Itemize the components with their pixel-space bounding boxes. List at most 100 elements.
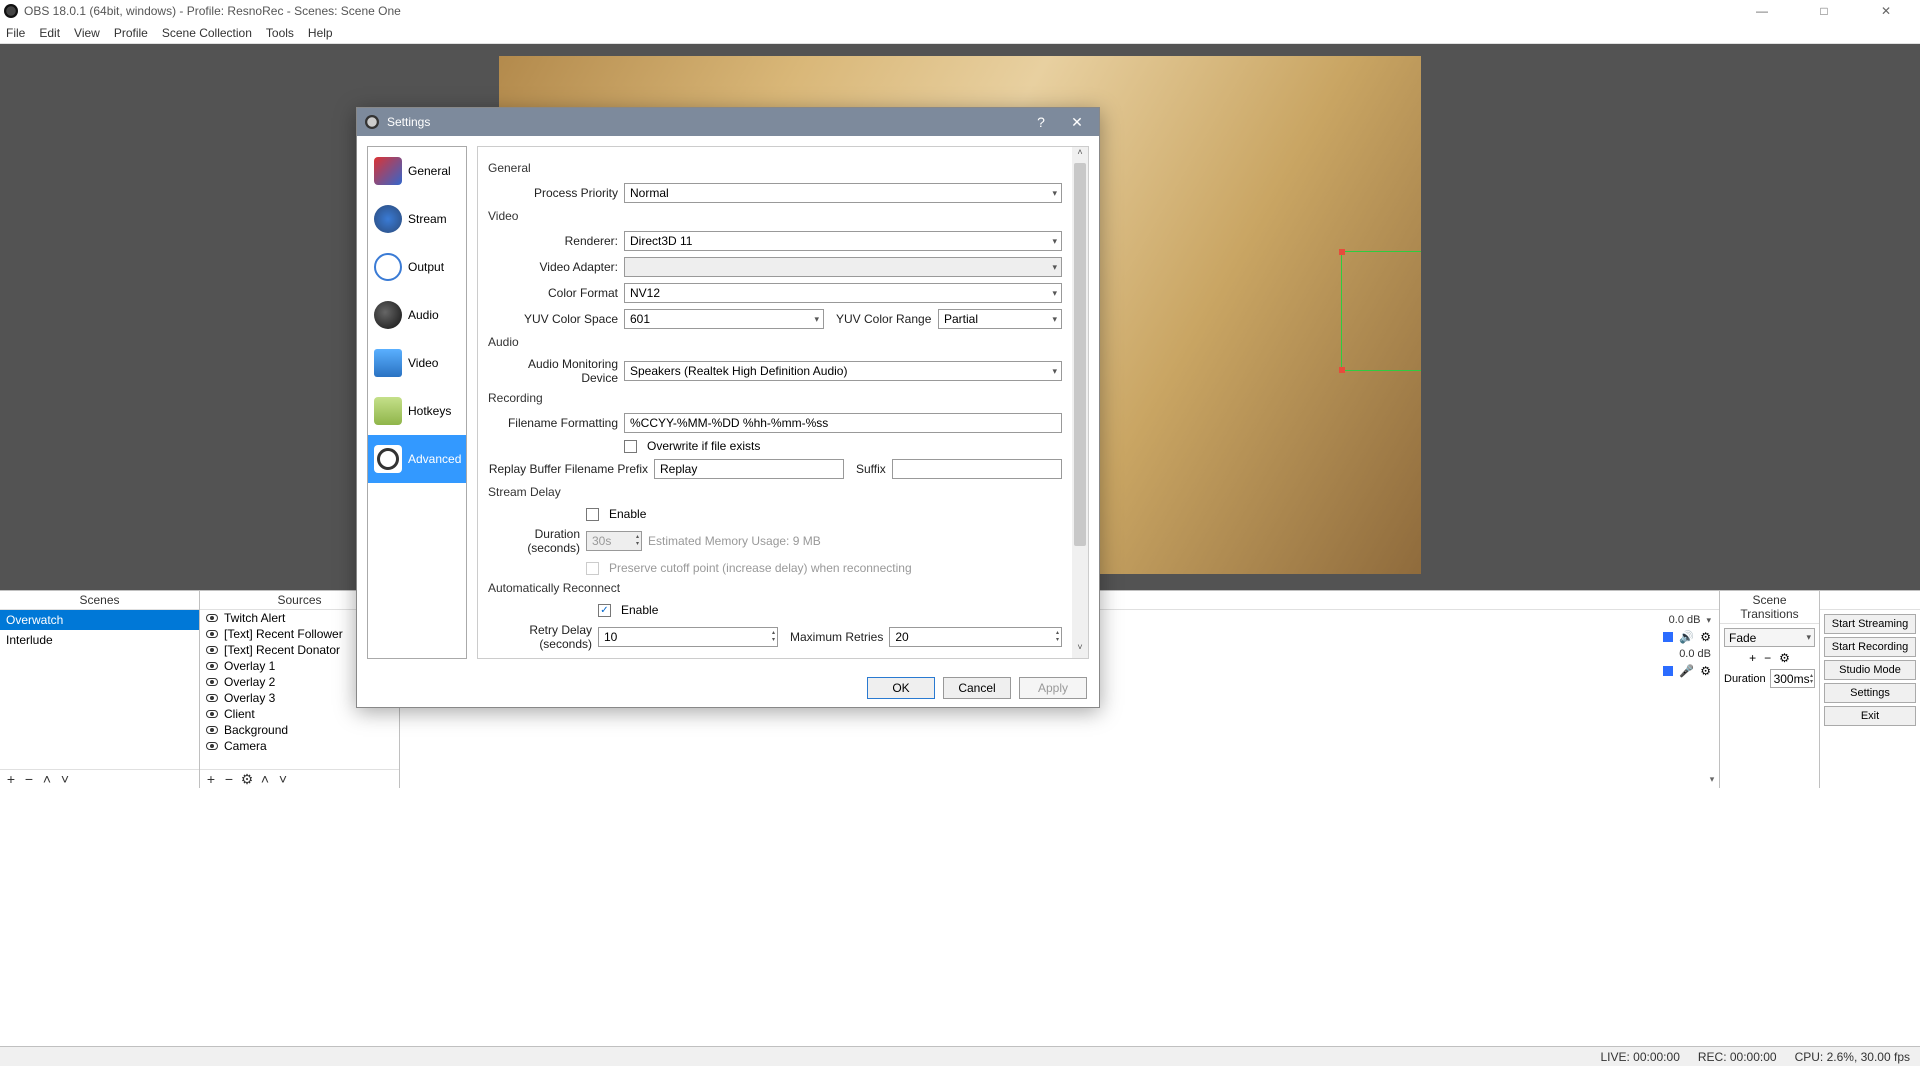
source-settings-button[interactable]: ⚙ (240, 772, 254, 786)
transitions-header: Scene Transitions (1720, 591, 1819, 624)
menubar: File Edit View Profile Scene Collection … (0, 22, 1920, 44)
scroll-thumb[interactable] (1074, 163, 1086, 546)
level-meter-icon (1663, 632, 1673, 642)
settings-dialog: Settings ? ✕ General Stream Output Audio… (356, 107, 1100, 708)
source-row[interactable]: Background (200, 722, 399, 738)
ok-button[interactable]: OK (867, 677, 935, 699)
audio-mon-combo[interactable]: Speakers (Realtek High Definition Audio) (624, 361, 1062, 381)
filename-fmt-input[interactable] (624, 413, 1062, 433)
renderer-combo[interactable]: Direct3D 11 (624, 231, 1062, 251)
category-general[interactable]: General (368, 147, 466, 195)
scene-item[interactable]: Overwatch (0, 610, 199, 630)
duration-spinner[interactable]: 300ms (1770, 669, 1815, 688)
statusbar: LIVE: 00:00:00 REC: 00:00:00 CPU: 2.6%, … (0, 1046, 1920, 1066)
mic-mute-icon[interactable]: 🎤 (1679, 664, 1694, 678)
eye-icon[interactable] (206, 644, 218, 656)
apply-button[interactable]: Apply (1019, 677, 1087, 699)
scroll-down-icon[interactable]: ˅ (1072, 642, 1088, 658)
delay-enable-checkbox[interactable] (586, 508, 599, 521)
dialog-help-button[interactable]: ? (1027, 114, 1055, 130)
section-network: Network (488, 657, 1062, 658)
transition-select[interactable]: Fade (1724, 628, 1815, 647)
add-source-button[interactable]: + (204, 772, 218, 786)
start-recording-button[interactable]: Start Recording (1824, 637, 1916, 657)
suffix-input[interactable] (892, 459, 1062, 479)
source-up-button[interactable]: ˄ (258, 772, 272, 786)
settings-category-list[interactable]: General Stream Output Audio Video Hotkey… (367, 146, 467, 659)
yuv-space-combo[interactable]: 601 (624, 309, 824, 329)
menu-file[interactable]: File (6, 26, 25, 40)
menu-edit[interactable]: Edit (39, 26, 60, 40)
dialog-close-button[interactable]: ✕ (1063, 114, 1091, 131)
menu-help[interactable]: Help (308, 26, 333, 40)
settings-scrollbar[interactable]: ˄ ˅ (1072, 147, 1088, 658)
add-transition-button[interactable]: + (1749, 651, 1756, 665)
scene-item[interactable]: Interlude (0, 630, 199, 650)
source-selection-box[interactable] (1341, 251, 1421, 371)
category-video[interactable]: Video (368, 339, 466, 387)
scene-up-button[interactable]: ˄ (40, 772, 54, 786)
remove-transition-button[interactable]: − (1764, 651, 1771, 665)
preserve-cutoff-label: Preserve cutoff point (increase delay) w… (609, 561, 912, 575)
mixer-scrollbar[interactable]: ▾ (1705, 610, 1719, 788)
category-hotkeys[interactable]: Hotkeys (368, 387, 466, 435)
eye-icon[interactable] (206, 612, 218, 624)
source-row[interactable]: Client (200, 706, 399, 722)
eye-icon[interactable] (206, 660, 218, 672)
eye-icon[interactable] (206, 740, 218, 752)
eye-icon[interactable] (206, 628, 218, 640)
category-stream[interactable]: Stream (368, 195, 466, 243)
reconnect-enable-label: Enable (621, 603, 658, 617)
retry-delay-label: Retry Delay (seconds) (488, 623, 592, 651)
retry-delay-spinner[interactable]: 10 (598, 627, 778, 647)
scene-down-button[interactable]: ˅ (58, 772, 72, 786)
controls-header (1820, 591, 1920, 610)
output-icon (374, 253, 402, 281)
close-button[interactable]: ✕ (1866, 4, 1906, 18)
eye-icon[interactable] (206, 692, 218, 704)
eye-icon[interactable] (206, 676, 218, 688)
start-streaming-button[interactable]: Start Streaming (1824, 614, 1916, 634)
category-advanced[interactable]: Advanced (368, 435, 466, 483)
source-down-button[interactable]: ˅ (276, 772, 290, 786)
category-output[interactable]: Output (368, 243, 466, 291)
section-video: Video (488, 209, 1062, 223)
yuv-space-label: YUV Color Space (488, 312, 618, 326)
overwrite-checkbox[interactable] (624, 440, 637, 453)
status-cpu: CPU: 2.6%, 30.00 fps (1795, 1050, 1910, 1064)
process-priority-combo[interactable]: Normal (624, 183, 1062, 203)
yuv-range-combo[interactable]: Partial (938, 309, 1062, 329)
add-scene-button[interactable]: + (4, 772, 18, 786)
advanced-icon (374, 445, 402, 473)
overwrite-label: Overwrite if file exists (647, 439, 760, 453)
category-audio[interactable]: Audio (368, 291, 466, 339)
scroll-up-icon[interactable]: ˄ (1072, 147, 1088, 163)
menu-tools[interactable]: Tools (266, 26, 294, 40)
filename-fmt-label: Filename Formatting (488, 416, 618, 430)
source-row[interactable]: Camera (200, 738, 399, 754)
cancel-button[interactable]: Cancel (943, 677, 1011, 699)
settings-button[interactable]: Settings (1824, 683, 1916, 703)
color-format-combo[interactable]: NV12 (624, 283, 1062, 303)
transition-settings-button[interactable]: ⚙ (1779, 651, 1790, 665)
menu-scene-collection[interactable]: Scene Collection (162, 26, 252, 40)
maximize-button[interactable]: □ (1804, 4, 1844, 18)
reconnect-enable-checkbox[interactable] (598, 604, 611, 617)
eye-icon[interactable] (206, 708, 218, 720)
menu-view[interactable]: View (74, 26, 100, 40)
remove-scene-button[interactable]: − (22, 772, 36, 786)
settings-content: General Process Priority Normal Video Re… (477, 146, 1089, 659)
studio-mode-button[interactable]: Studio Mode (1824, 660, 1916, 680)
exit-button[interactable]: Exit (1824, 706, 1916, 726)
remove-source-button[interactable]: − (222, 772, 236, 786)
dialog-titlebar[interactable]: Settings ? ✕ (357, 108, 1099, 136)
menu-profile[interactable]: Profile (114, 26, 148, 40)
video-adapter-combo (624, 257, 1062, 277)
eye-icon[interactable] (206, 724, 218, 736)
minimize-button[interactable]: ― (1742, 4, 1782, 18)
max-retries-spinner[interactable]: 20 (889, 627, 1062, 647)
delay-enable-label: Enable (609, 507, 646, 521)
speaker-icon[interactable]: 🔊 (1679, 630, 1694, 644)
scenes-list[interactable]: Overwatch Interlude (0, 610, 199, 769)
replay-prefix-input[interactable] (654, 459, 844, 479)
